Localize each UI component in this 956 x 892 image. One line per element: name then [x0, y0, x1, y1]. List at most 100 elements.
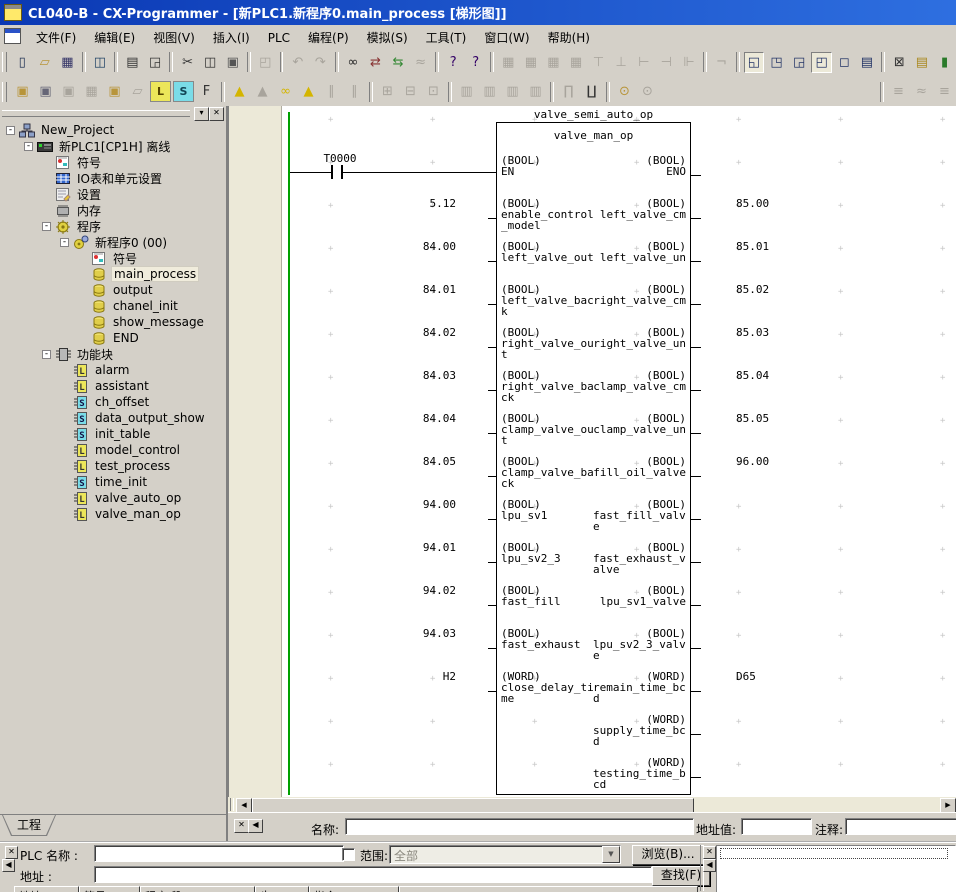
new-contact-icon[interactable]: ▦: [498, 52, 519, 73]
fb-library-icon[interactable]: ⊠: [889, 52, 910, 73]
toggle-project-window-icon[interactable]: ◱: [744, 52, 765, 73]
tree-item--plc1-cp1h-[interactable]: -新PLC1[CP1H] 离线: [0, 138, 226, 154]
scope-checkbox[interactable]: [342, 848, 355, 861]
new-or-contact-icon[interactable]: ▦: [543, 52, 564, 73]
auto-online-icon[interactable]: ▲: [252, 81, 273, 102]
ref-column-header-0[interactable]: 地址: [14, 886, 79, 892]
toolbar-grip[interactable]: [2, 52, 7, 72]
rung-return-icon[interactable]: ¬: [711, 52, 732, 73]
tree-item-valve_man_op[interactable]: Lvalve_man_op: [0, 506, 226, 522]
tree-item-assistant[interactable]: Lassistant: [0, 378, 226, 394]
panel-menu-button[interactable]: ▾: [194, 107, 209, 121]
contact-symbol[interactable]: [331, 165, 333, 179]
new-closed-contact-icon[interactable]: ▦: [521, 52, 542, 73]
tree-item-show_message[interactable]: show_message: [0, 314, 226, 330]
redo-icon[interactable]: ↷: [310, 52, 331, 73]
online-edit-icon[interactable]: ⊟: [400, 81, 421, 102]
output-address[interactable]: 85.02: [736, 284, 806, 295]
show-addresses-icon[interactable]: ≡: [934, 81, 955, 102]
tree-item-test_process[interactable]: Ltest_process: [0, 458, 226, 474]
force-off-icon[interactable]: ▥: [479, 81, 500, 102]
new-closed-coil-icon[interactable]: ⊣: [656, 52, 677, 73]
tree-item-new_project[interactable]: -New_Project: [0, 122, 226, 138]
paste-attributes-icon[interactable]: ◰: [255, 52, 276, 73]
dock-collapse-button[interactable]: ◀: [2, 859, 15, 872]
tree-item--[interactable]: 符号: [0, 250, 226, 266]
open-project-icon[interactable]: ▱: [35, 52, 56, 73]
panel-drag-grip[interactable]: [2, 110, 190, 117]
pause-trigger-icon[interactable]: ∥: [344, 81, 365, 102]
tree-item-output[interactable]: output: [0, 282, 226, 298]
mdi-child-icon[interactable]: [4, 28, 21, 44]
set-value-icon[interactable]: ▥: [525, 81, 546, 102]
tree-item--[interactable]: -功能块: [0, 346, 226, 362]
menu-8[interactable]: 窗口(W): [475, 29, 538, 47]
input-address[interactable]: 84.04: [386, 413, 456, 424]
tree-item-data_output_show[interactable]: Sdata_output_show: [0, 410, 226, 426]
tree-item-end[interactable]: END: [0, 330, 226, 346]
input-address[interactable]: 94.00: [386, 499, 456, 510]
data-trace-icon[interactable]: ▱: [127, 81, 148, 102]
tree-item--[interactable]: -程序: [0, 218, 226, 234]
compile-icon[interactable]: ⊞: [377, 81, 398, 102]
monitor-window-icon[interactable]: ▮: [934, 52, 955, 73]
input-address[interactable]: 84.01: [386, 284, 456, 295]
menu-3[interactable]: 插入(I): [204, 29, 259, 47]
input-address[interactable]: 94.02: [386, 585, 456, 596]
output-address[interactable]: 85.01: [736, 241, 806, 252]
find-icon[interactable]: ∞: [343, 52, 364, 73]
retrace-icon[interactable]: ≈: [410, 52, 431, 73]
new-vertical-icon[interactable]: ⊤: [588, 52, 609, 73]
output-address[interactable]: 85.00: [736, 198, 806, 209]
watch-sheet[interactable]: [716, 845, 956, 892]
save-project-icon[interactable]: ▦: [57, 52, 78, 73]
paste-icon[interactable]: ▣: [222, 52, 243, 73]
tree-expand-box[interactable]: -: [6, 126, 15, 135]
menu-5[interactable]: 编程(P): [299, 29, 358, 47]
work-online-icon[interactable]: ▲: [229, 81, 250, 102]
tree-item--[interactable]: 符号: [0, 154, 226, 170]
send-changes-icon[interactable]: ⊡: [423, 81, 444, 102]
ref-column-header-2[interactable]: 程序/段: [140, 886, 255, 892]
watch-collapse-button[interactable]: ◀: [703, 859, 716, 872]
tree-expand-box[interactable]: -: [42, 350, 51, 359]
input-address[interactable]: H2: [386, 671, 456, 682]
menu-9[interactable]: 帮助(H): [539, 29, 599, 47]
tree-item-alarm[interactable]: Lalarm: [0, 362, 226, 378]
tree-item-chanel_init[interactable]: chanel_init: [0, 298, 226, 314]
scope-dropdown[interactable]: 全部 ▼: [389, 845, 621, 864]
new-ladder-fb-icon[interactable]: L: [150, 81, 171, 102]
toggle-address-reference-icon[interactable]: ◻: [834, 52, 855, 73]
new-coil-icon[interactable]: ⊢: [633, 52, 654, 73]
menu-2[interactable]: 视图(V): [144, 29, 204, 47]
toggle-cross-reference-icon[interactable]: ◰: [811, 52, 832, 73]
strip-collapse-button[interactable]: ◀: [248, 819, 263, 833]
set-password-icon[interactable]: ⊙: [614, 81, 635, 102]
tree-item-main_process[interactable]: main_process: [0, 266, 226, 282]
scroll-left-button[interactable]: ◀: [236, 798, 252, 813]
dock-close-button[interactable]: ✕: [5, 846, 18, 859]
find-in-files-icon[interactable]: ◫: [90, 52, 111, 73]
input-address[interactable]: 5.12: [386, 198, 456, 209]
time-chart-monitor-icon[interactable]: ∐: [581, 81, 602, 102]
copy-icon[interactable]: ◫: [200, 52, 221, 73]
ref-column-header-3[interactable]: 步: [255, 886, 309, 892]
pause-monitoring-icon[interactable]: ▲: [298, 81, 319, 102]
ref-column-header-4[interactable]: 指令: [309, 886, 399, 892]
input-address[interactable]: 94.01: [386, 542, 456, 553]
input-address[interactable]: 84.02: [386, 327, 456, 338]
menu-1[interactable]: 编辑(E): [85, 29, 144, 47]
force-on-icon[interactable]: ▥: [456, 81, 477, 102]
tree-item-init_table[interactable]: Sinit_table: [0, 426, 226, 442]
help-icon[interactable]: ?: [443, 52, 464, 73]
toolbar-grip[interactable]: [2, 82, 7, 102]
pause-icon[interactable]: ∥: [321, 81, 342, 102]
tree-item-ch_offset[interactable]: Sch_offset: [0, 394, 226, 410]
print-preview-icon[interactable]: ◲: [145, 52, 166, 73]
tree-item-time_init[interactable]: Stime_init: [0, 474, 226, 490]
menu-0[interactable]: 文件(F): [27, 29, 85, 47]
input-address[interactable]: 84.03: [386, 370, 456, 381]
output-address[interactable]: 85.05: [736, 413, 806, 424]
force-cancel-icon[interactable]: ▥: [502, 81, 523, 102]
context-help-icon[interactable]: ?: [465, 52, 486, 73]
